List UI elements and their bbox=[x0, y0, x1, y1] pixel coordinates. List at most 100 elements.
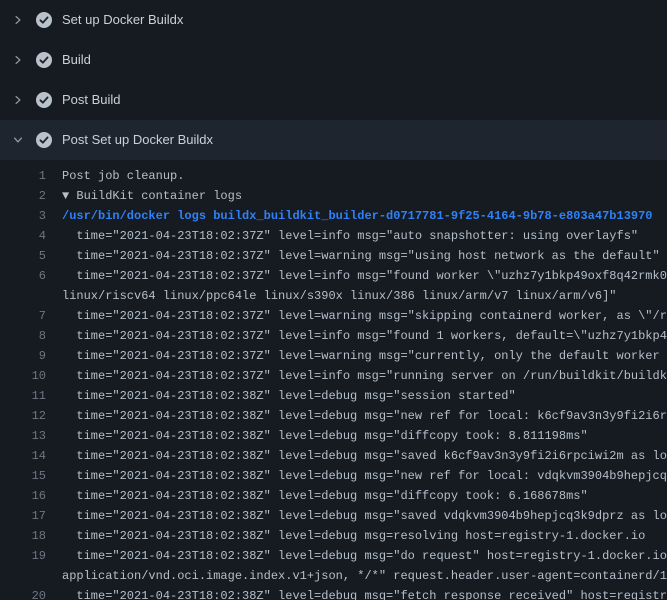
log-line[interactable]: 9 time="2021-04-23T18:02:37Z" level=warn… bbox=[0, 346, 667, 366]
step-title: Build bbox=[62, 52, 91, 68]
line-text-content: time="2021-04-23T18:02:38Z" level=debug … bbox=[62, 509, 667, 523]
line-text-content: time="2021-04-23T18:02:37Z" level=warnin… bbox=[62, 309, 667, 323]
workflow-log-viewer: Set up Docker Buildx Build bbox=[0, 0, 667, 600]
step-title: Post Set up Docker Buildx bbox=[62, 132, 213, 148]
chevron-icon bbox=[12, 134, 24, 146]
line-text-content: time="2021-04-23T18:02:38Z" level=debug … bbox=[62, 549, 667, 563]
log-line[interactable]: 17 time="2021-04-23T18:02:38Z" level=deb… bbox=[0, 506, 667, 526]
line-text-content: linux/riscv64 linux/ppc64le linux/s390x … bbox=[62, 289, 617, 303]
line-number[interactable]: 13 bbox=[0, 426, 46, 446]
log-line[interactable]: 20 time="2021-04-23T18:02:38Z" level=deb… bbox=[0, 586, 667, 600]
line-number[interactable]: 16 bbox=[0, 486, 46, 506]
line-number[interactable]: 18 bbox=[0, 526, 46, 546]
step-title: Post Build bbox=[62, 92, 121, 108]
line-number[interactable]: 2 bbox=[0, 186, 46, 206]
line-number[interactable]: 6 bbox=[0, 266, 46, 286]
line-text: time="2021-04-23T18:02:38Z" level=debug … bbox=[62, 446, 667, 466]
line-text: time="2021-04-23T18:02:38Z" level=debug … bbox=[62, 406, 667, 426]
log-line[interactable]: 12 time="2021-04-23T18:02:38Z" level=deb… bbox=[0, 406, 667, 426]
line-number[interactable]: 5 bbox=[0, 246, 46, 266]
line-number[interactable]: 3 bbox=[0, 206, 46, 226]
log-line[interactable]: 2 ▼ BuildKit container logs bbox=[0, 186, 667, 206]
line-number[interactable]: 4 bbox=[0, 226, 46, 246]
chevron-icon bbox=[12, 94, 24, 106]
line-text: Post job cleanup. bbox=[62, 166, 184, 186]
group-expander-icon[interactable]: ▼ bbox=[62, 189, 76, 203]
chevron-icon bbox=[12, 14, 24, 26]
line-text-content: Post job cleanup. bbox=[62, 169, 184, 183]
line-text: time="2021-04-23T18:02:38Z" level=debug … bbox=[62, 506, 667, 526]
line-number[interactable]: 19 bbox=[0, 546, 46, 566]
line-text: time="2021-04-23T18:02:37Z" level=warnin… bbox=[62, 346, 667, 366]
log-line[interactable]: 6 time="2021-04-23T18:02:37Z" level=info… bbox=[0, 266, 667, 286]
line-number[interactable]: 8 bbox=[0, 326, 46, 346]
line-text-content: time="2021-04-23T18:02:38Z" level=debug … bbox=[62, 449, 667, 463]
line-text-content: time="2021-04-23T18:02:38Z" level=debug … bbox=[62, 589, 667, 600]
line-number[interactable]: 14 bbox=[0, 446, 46, 466]
log-line[interactable]: 19 time="2021-04-23T18:02:38Z" level=deb… bbox=[0, 546, 667, 566]
step-header[interactable]: Post Set up Docker Buildx bbox=[0, 120, 667, 160]
line-text-content: time="2021-04-23T18:02:37Z" level=info m… bbox=[62, 229, 638, 243]
log-line[interactable]: 13 time="2021-04-23T18:02:38Z" level=deb… bbox=[0, 426, 667, 446]
line-text-content: application/vnd.oci.image.index.v1+json,… bbox=[62, 569, 667, 583]
log-line[interactable]: 5 time="2021-04-23T18:02:37Z" level=warn… bbox=[0, 246, 667, 266]
line-text-content: time="2021-04-23T18:02:37Z" level=warnin… bbox=[62, 249, 660, 263]
line-text: linux/riscv64 linux/ppc64le linux/s390x … bbox=[62, 286, 617, 306]
chevron-icon bbox=[12, 54, 24, 66]
line-number[interactable]: 15 bbox=[0, 466, 46, 486]
log-line[interactable]: 10 time="2021-04-23T18:02:37Z" level=inf… bbox=[0, 366, 667, 386]
check-circle-icon bbox=[36, 12, 52, 28]
line-text: time="2021-04-23T18:02:38Z" level=debug … bbox=[62, 486, 588, 506]
log-line[interactable]: 14 time="2021-04-23T18:02:38Z" level=deb… bbox=[0, 446, 667, 466]
log-line[interactable]: 1 Post job cleanup. bbox=[0, 166, 667, 186]
line-number[interactable]: 17 bbox=[0, 506, 46, 526]
line-text-content: BuildKit container logs bbox=[76, 189, 242, 203]
step-title: Set up Docker Buildx bbox=[62, 12, 183, 28]
line-number[interactable]: 12 bbox=[0, 406, 46, 426]
line-number[interactable] bbox=[0, 286, 46, 306]
line-number[interactable]: 1 bbox=[0, 166, 46, 186]
log-line[interactable]: 4 time="2021-04-23T18:02:37Z" level=info… bbox=[0, 226, 667, 246]
line-number[interactable]: 10 bbox=[0, 366, 46, 386]
check-circle-icon bbox=[36, 92, 52, 108]
line-text: time="2021-04-23T18:02:37Z" level=info m… bbox=[62, 226, 638, 246]
log-line[interactable]: 7 time="2021-04-23T18:02:37Z" level=warn… bbox=[0, 306, 667, 326]
log-line[interactable]: application/vnd.oci.image.index.v1+json,… bbox=[0, 566, 667, 586]
step-header[interactable]: Post Build bbox=[0, 80, 667, 120]
line-text: time="2021-04-23T18:02:37Z" level=info m… bbox=[62, 266, 667, 286]
line-text-content: time="2021-04-23T18:02:38Z" level=debug … bbox=[62, 529, 645, 543]
line-number[interactable]: 20 bbox=[0, 586, 46, 600]
line-text-content: time="2021-04-23T18:02:37Z" level=warnin… bbox=[62, 349, 667, 363]
line-text-content: /usr/bin/docker logs buildx_buildkit_bui… bbox=[62, 209, 653, 223]
line-number[interactable]: 11 bbox=[0, 386, 46, 406]
log-line[interactable]: 3 /usr/bin/docker logs buildx_buildkit_b… bbox=[0, 206, 667, 226]
log-line[interactable]: 18 time="2021-04-23T18:02:38Z" level=deb… bbox=[0, 526, 667, 546]
step-header[interactable]: Build bbox=[0, 40, 667, 80]
line-number[interactable] bbox=[0, 566, 46, 586]
line-text: time="2021-04-23T18:02:38Z" level=debug … bbox=[62, 586, 667, 600]
log-body: 1 Post job cleanup. 2 ▼ BuildKit contain… bbox=[0, 160, 667, 600]
line-text: time="2021-04-23T18:02:37Z" level=warnin… bbox=[62, 306, 667, 326]
log-line[interactable]: 16 time="2021-04-23T18:02:38Z" level=deb… bbox=[0, 486, 667, 506]
log-line[interactable]: 11 time="2021-04-23T18:02:38Z" level=deb… bbox=[0, 386, 667, 406]
line-text: time="2021-04-23T18:02:38Z" level=debug … bbox=[62, 526, 645, 546]
line-text-content: time="2021-04-23T18:02:37Z" level=info m… bbox=[62, 269, 667, 283]
log-line[interactable]: 15 time="2021-04-23T18:02:38Z" level=deb… bbox=[0, 466, 667, 486]
log-line[interactable]: 8 time="2021-04-23T18:02:37Z" level=info… bbox=[0, 326, 667, 346]
line-text-content: time="2021-04-23T18:02:38Z" level=debug … bbox=[62, 409, 667, 423]
line-text: time="2021-04-23T18:02:37Z" level=info m… bbox=[62, 326, 667, 346]
line-text: time="2021-04-23T18:02:37Z" level=warnin… bbox=[62, 246, 660, 266]
line-text-content: time="2021-04-23T18:02:38Z" level=debug … bbox=[62, 429, 588, 443]
line-text: /usr/bin/docker logs buildx_buildkit_bui… bbox=[62, 206, 653, 226]
line-text-content: time="2021-04-23T18:02:37Z" level=info m… bbox=[62, 369, 667, 383]
line-text: time="2021-04-23T18:02:38Z" level=debug … bbox=[62, 466, 667, 486]
check-circle-icon bbox=[36, 52, 52, 68]
line-text-content: time="2021-04-23T18:02:38Z" level=debug … bbox=[62, 489, 588, 503]
line-number[interactable]: 9 bbox=[0, 346, 46, 366]
line-text-content: time="2021-04-23T18:02:38Z" level=debug … bbox=[62, 469, 667, 483]
step-header[interactable]: Set up Docker Buildx bbox=[0, 0, 667, 40]
line-number[interactable]: 7 bbox=[0, 306, 46, 326]
line-text-content: time="2021-04-23T18:02:38Z" level=debug … bbox=[62, 389, 516, 403]
log-line[interactable]: linux/riscv64 linux/ppc64le linux/s390x … bbox=[0, 286, 667, 306]
step-list: Set up Docker Buildx Build bbox=[0, 0, 667, 160]
